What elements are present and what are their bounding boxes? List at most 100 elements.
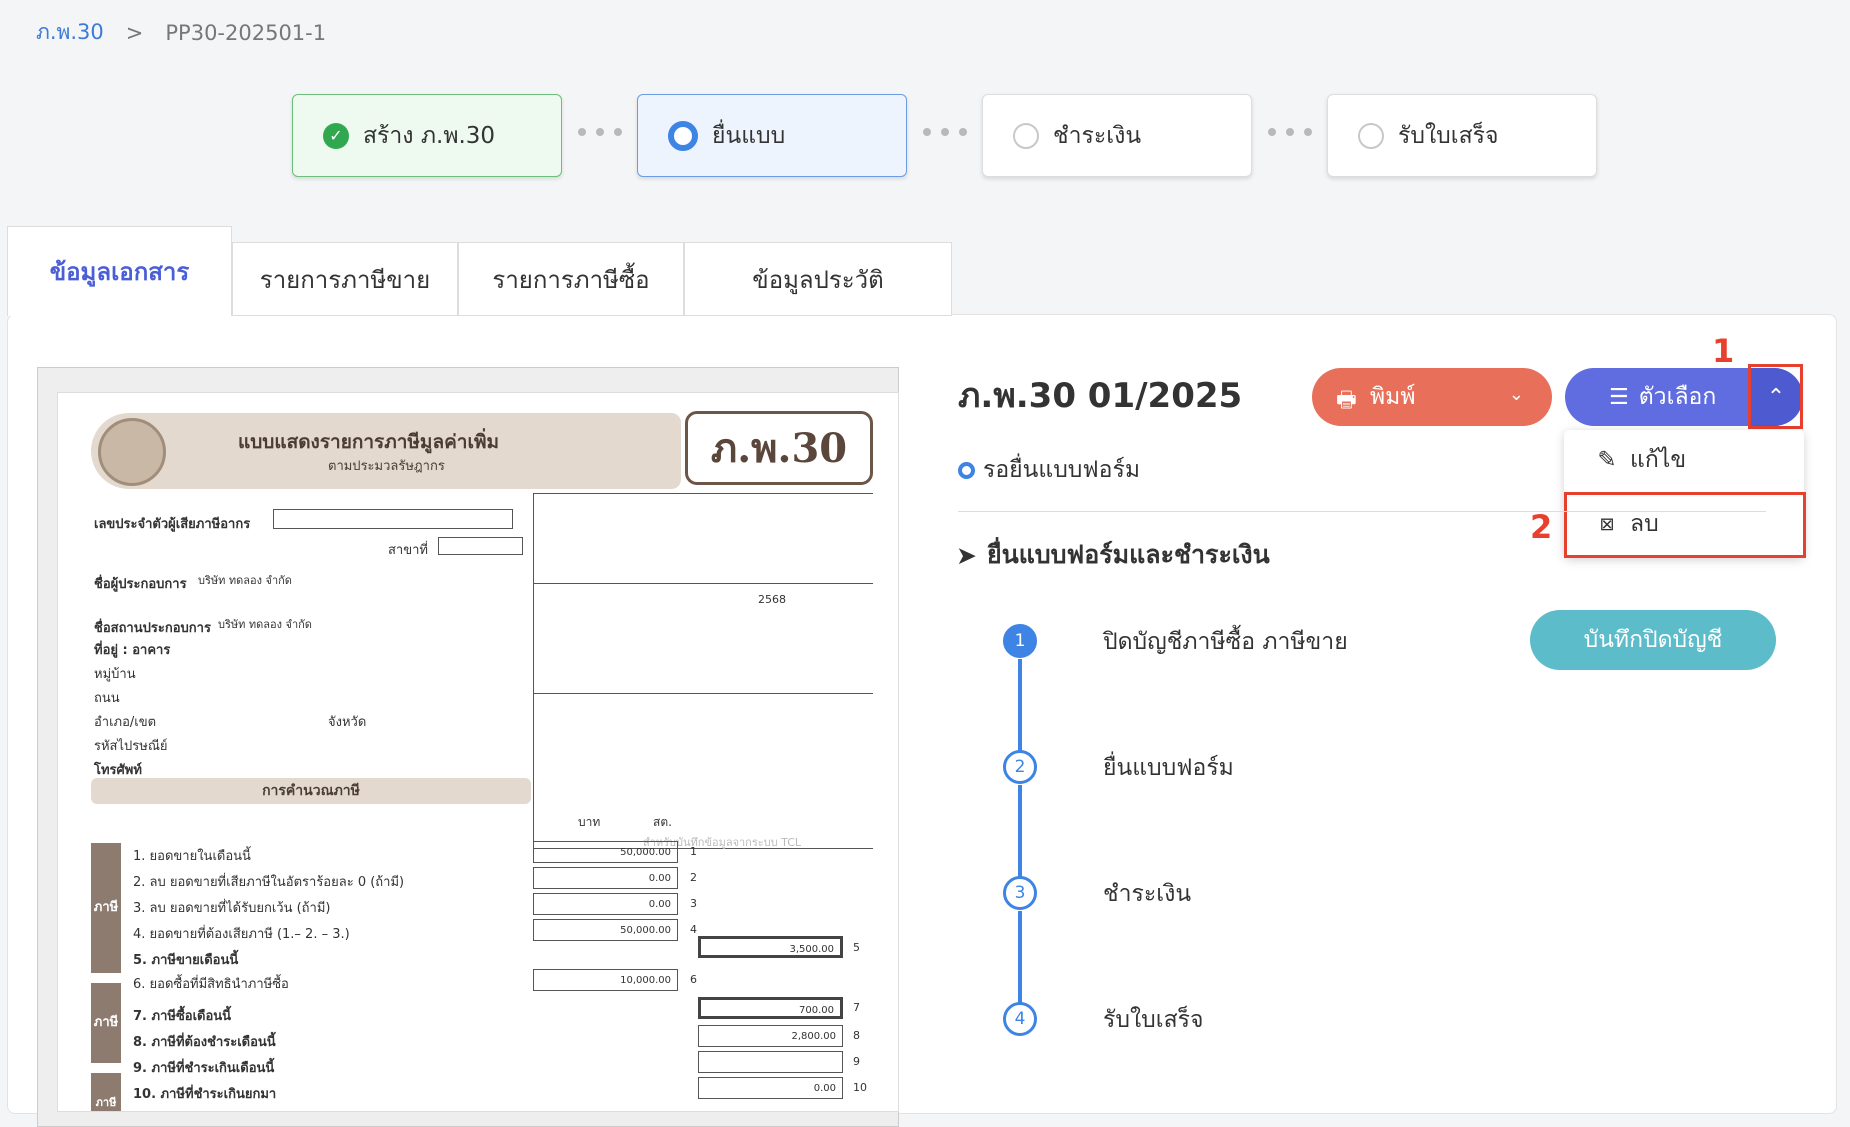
side-label-vat: ภาษีมูลค่าเพิ่ม: [91, 1073, 121, 1111]
filing-step-1-label: ปิดบัญชีภาษีซื้อ ภาษีขาย: [1103, 629, 1348, 655]
phone-label: โทรศัพท์: [94, 763, 142, 778]
pp30-form-page: แบบแสดงรายการภาษีมูลค่าเพิ่ม ตามประมวลรั…: [57, 392, 899, 1112]
filing-step-2-label: ยื่นแบบฟอร์ม: [1103, 755, 1234, 781]
radio-empty-icon: [1013, 122, 1039, 149]
road-label: ถนน: [94, 691, 120, 706]
form-row-value: 2,800.00: [698, 1025, 843, 1047]
annotation-number-1: 1: [1712, 332, 1735, 370]
filing-title-label: ยื่นแบบฟอร์มและชำระเงิน: [986, 540, 1270, 569]
stepper-step-payment[interactable]: ชำระเงิน: [982, 94, 1252, 177]
column-satang: สต.: [653, 815, 672, 829]
stepper-connector: [578, 128, 622, 136]
form-row-no: 5: [853, 941, 860, 954]
form-row-label: 10. ภาษีที่ชำระเกินยกมา: [133, 1087, 277, 1102]
form-header-subtitle: ตามประมวลรัษฎากร: [328, 459, 445, 474]
form-row-label: 5. ภาษีขายเดือนนี้: [133, 953, 239, 968]
stepper-step-label: ยื่นแบบ: [712, 122, 786, 149]
printer-icon: 🖶: [1336, 388, 1357, 413]
form-divider: [533, 493, 873, 494]
column-baht: บาท: [578, 815, 601, 829]
form-row-no: 9: [853, 1055, 860, 1068]
menu-item-label: แก้ไข: [1630, 447, 1687, 473]
stepper-step-label: ชำระเงิน: [1053, 122, 1142, 149]
side-label-buy: ภาษีซื้อ: [91, 983, 121, 1110]
progress-connector: [1018, 659, 1022, 761]
form-row-no: 4: [690, 923, 697, 936]
branch-label: สาขาที่: [388, 543, 428, 558]
tab-bar: ข้อมูลเอกสาร รายการภาษีขาย รายการภาษีซื้…: [7, 226, 952, 316]
district-label: อำเภอ/เขต: [94, 715, 157, 730]
breadcrumb-home-link[interactable]: ภ.พ.30: [36, 16, 104, 49]
form-row-value: 700.00: [698, 997, 843, 1019]
print-button[interactable]: 🖶 พิมพ์ ⌄: [1312, 368, 1552, 426]
place-value: บริษัท ทดลอง จำกัด: [218, 618, 312, 631]
radio-active-icon: [668, 120, 698, 151]
tab-document-info[interactable]: ข้อมูลเอกสาร: [7, 226, 232, 316]
section-divider: [958, 511, 1766, 512]
form-row-label: 2. ลบ ยอดขายที่เสียภาษีในอัตราร้อยละ 0 (…: [133, 875, 405, 890]
radio-empty-icon: [1358, 122, 1384, 149]
tab-sales-tax[interactable]: รายการภาษีขาย: [232, 242, 458, 316]
breadcrumb-current: PP30-202501-1: [165, 20, 327, 45]
print-button-label: พิมพ์: [1370, 384, 1416, 410]
menu-icon: ☰: [1609, 384, 1629, 410]
close-accounts-button[interactable]: บันทึกปิดบัญชี: [1530, 610, 1776, 670]
form-row-value: 50,000.00: [533, 841, 678, 863]
tab-purchase-tax[interactable]: รายการภาษีซื้อ: [458, 242, 684, 316]
form-row-value: [698, 1051, 843, 1073]
province-label: จังหวัด: [328, 715, 367, 730]
form-row-value: 3,500.00: [698, 936, 843, 958]
filing-step-3-label: ชำระเงิน: [1103, 881, 1192, 907]
stepper-step-submit[interactable]: ยื่นแบบ: [637, 94, 907, 177]
breadcrumb-separator: >: [125, 20, 144, 45]
status-dot-icon: [958, 461, 975, 479]
form-badge: ภ.พ.30: [685, 411, 873, 485]
form-row-value: 0.00: [533, 893, 678, 915]
address-label: ที่อยู่ : อาคาร: [94, 643, 171, 658]
stepper-step-label: รับใบเสร็จ: [1398, 122, 1499, 149]
form-row-label: 3. ลบ ยอดขายที่ได้รับยกเว้น (ถ้ามี): [133, 901, 331, 916]
year-value: 2568: [758, 593, 786, 606]
form-row-no: 10: [853, 1081, 867, 1094]
revenue-department-seal-icon: [98, 418, 166, 486]
filing-step-3-marker: 3: [1003, 876, 1037, 910]
annotation-box-2: [1564, 492, 1806, 558]
progress-connector: [1018, 911, 1022, 1013]
send-icon: ➤: [956, 540, 977, 570]
annotation-number-2: 2: [1530, 508, 1553, 546]
form-row-label: 4. ยอดขายที่ต้องเสียภาษี (1.– 2. – 3.): [133, 927, 350, 942]
form-row-value: 0.00: [533, 867, 678, 889]
operator-label: ชื่อผู้ประกอบการ: [94, 577, 187, 592]
filing-step-4-label: รับใบเสร็จ: [1103, 1007, 1204, 1033]
stepper-step-create[interactable]: ✓ สร้าง ภ.พ.30: [292, 94, 562, 177]
form-row-no: 2: [690, 871, 697, 884]
check-icon: ✓: [323, 122, 349, 149]
stepper-connector: [1268, 128, 1312, 136]
form-row-no: 7: [853, 1001, 860, 1014]
document-title: ภ.พ.30 01/2025: [958, 376, 1243, 416]
form-row-no: 8: [853, 1029, 860, 1042]
edit-icon: ✎: [1597, 447, 1617, 473]
chevron-down-icon[interactable]: ⌄: [1509, 384, 1524, 405]
form-row-no: 6: [690, 973, 697, 986]
side-label-sale: ภาษีขาย: [91, 843, 121, 1045]
filing-step-1-marker: 1: [1003, 624, 1037, 658]
branch-boxes: [438, 537, 523, 555]
village-label: หมู่บ้าน: [94, 667, 136, 682]
options-button-label: ตัวเลือก: [1638, 384, 1717, 410]
form-row-label: 6. ยอดซื้อที่มีสิทธินำภาษีซื้อ: [133, 977, 289, 992]
form-row-label: 1. ยอดขายในเดือนนี้: [133, 849, 251, 864]
status-badge: รอยื่นแบบฟอร์ม: [958, 452, 1140, 488]
filing-step-2-marker: 2: [1003, 750, 1037, 784]
menu-item-edit[interactable]: ✎ แก้ไข: [1564, 430, 1804, 490]
form-row-value: 0.00: [698, 1077, 843, 1099]
tab-history[interactable]: ข้อมูลประวัติ: [684, 242, 952, 316]
annotation-box-1: [1748, 364, 1803, 429]
form-row-value: 10,000.00: [533, 969, 678, 991]
taxpayer-id-label: เลขประจำตัวผู้เสียภาษีอากร: [94, 517, 251, 532]
calc-section-title: การคำนวณภาษี: [91, 778, 531, 804]
filing-section-title: ➤ ยื่นแบบฟอร์มและชำระเงิน: [956, 535, 1270, 575]
stepper-step-receipt[interactable]: รับใบเสร็จ: [1327, 94, 1597, 177]
taxpayer-id-boxes: [273, 509, 513, 529]
form-header-title: แบบแสดงรายการภาษีมูลค่าเพิ่ม: [238, 431, 500, 453]
